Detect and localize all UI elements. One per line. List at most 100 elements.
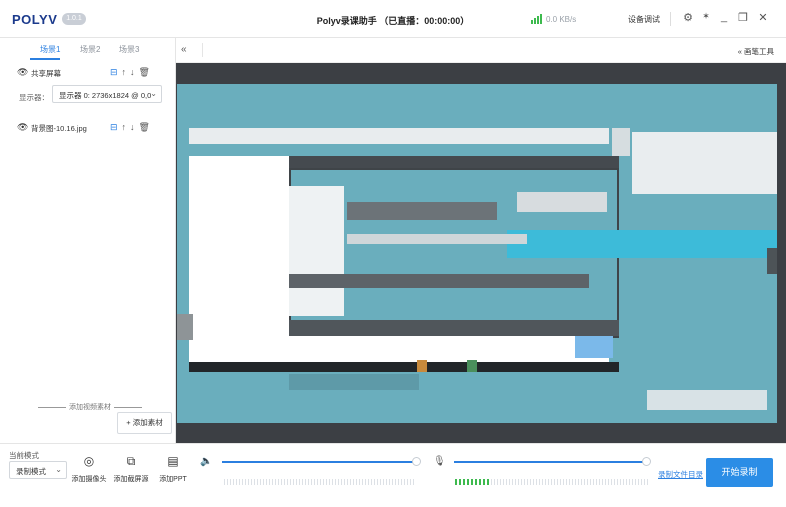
screen-content-block (289, 374, 419, 390)
delete-icon[interactable]: 🗑 (139, 122, 154, 132)
meter-tick (459, 479, 461, 485)
meter-tick (332, 479, 333, 485)
meter-tick (521, 479, 522, 485)
meter-tick (581, 479, 582, 485)
tab-scene-1[interactable]: 场景1 (40, 44, 60, 55)
screenshot-icon: ⧉ (126, 454, 136, 468)
screen-content-block (189, 128, 609, 144)
meter-tick (584, 479, 585, 485)
edit-icon[interactable]: ⊟ (110, 67, 122, 77)
mic-volume-knob[interactable] (642, 457, 651, 466)
screen-content-block (647, 390, 767, 410)
brush-tool-button[interactable]: « 画笔工具 (738, 46, 774, 57)
minimize-icon[interactable]: _ (717, 11, 731, 23)
edit-icon[interactable]: ⊟ (110, 122, 122, 132)
start-recording-button[interactable]: 开始录制 (706, 458, 773, 487)
move-down-icon[interactable]: ↓ (130, 122, 139, 132)
meter-tick (290, 479, 291, 485)
meter-tick (305, 479, 306, 485)
mic-volume-slider[interactable] (454, 461, 644, 463)
meter-tick (587, 479, 588, 485)
meter-tick (467, 479, 469, 485)
add-screenshot-button[interactable]: ⧉ 添加截屏源 (112, 454, 150, 484)
tab-scene-2[interactable]: 场景2 (80, 44, 100, 55)
add-ppt-button[interactable]: ▤ 添加PPT (156, 454, 190, 484)
record-directory-link[interactable]: 录制文件目录 (658, 469, 703, 480)
meter-tick (380, 479, 381, 485)
meter-tick (260, 479, 261, 485)
screen-content-block (189, 156, 289, 364)
meter-tick (227, 479, 228, 485)
move-up-icon[interactable]: ↑ (122, 122, 131, 132)
meter-tick (371, 479, 372, 485)
tab-scene-3[interactable]: 场景3 (119, 44, 139, 55)
add-material-button[interactable]: + 添加素材 (117, 412, 172, 434)
meter-tick (242, 479, 243, 485)
display-select[interactable]: 显示器 0: 2736x1824 @ 0,0 ⌄ (52, 85, 162, 103)
screen-content-block (289, 156, 619, 168)
move-up-icon[interactable]: ↑ (122, 67, 131, 77)
screen-content-block (289, 274, 589, 288)
mode-select[interactable]: 录制模式 ⌄ (9, 461, 67, 479)
meter-tick (566, 479, 567, 485)
meter-tick (575, 479, 576, 485)
meter-tick (374, 479, 375, 485)
meter-tick (542, 479, 543, 485)
meter-tick (284, 479, 285, 485)
close-icon[interactable]: ✕ (756, 11, 770, 24)
meter-tick (515, 479, 516, 485)
meter-tick (239, 479, 240, 485)
speaker-volume-knob[interactable] (412, 457, 421, 466)
meter-tick (386, 479, 387, 485)
meter-tick (392, 479, 393, 485)
brush-tool-label: 画笔工具 (744, 47, 774, 56)
speaker-icon[interactable]: 🔈 (200, 456, 212, 467)
meter-tick (236, 479, 237, 485)
meter-tick (248, 479, 249, 485)
device-debug-button[interactable]: 设备调试 (628, 14, 660, 25)
meter-tick (302, 479, 303, 485)
meter-tick (275, 479, 276, 485)
eye-icon[interactable]: 👁 (17, 122, 28, 133)
meter-tick (311, 479, 312, 485)
meter-tick (317, 479, 318, 485)
speaker-level-meter (224, 479, 414, 485)
meter-tick (572, 479, 573, 485)
meter-tick (533, 479, 534, 485)
add-camera-button[interactable]: ◎ 添加摄像头 (70, 454, 108, 484)
screen-content-block (289, 186, 344, 316)
source-actions: ⊟↑↓🗑 (110, 122, 154, 133)
meter-tick (365, 479, 366, 485)
meter-tick (398, 479, 399, 485)
meter-tick (299, 479, 300, 485)
restore-icon[interactable]: ❐ (736, 11, 750, 24)
eye-icon[interactable]: 👁 (17, 67, 28, 78)
source-item-background[interactable]: 👁 背景图-10.16.jpg ⊟↑↓🗑 (0, 122, 176, 136)
meter-tick (497, 479, 498, 485)
microphone-icon[interactable]: 🎙 (433, 456, 446, 467)
add-video-material-label: 添加视频素材 (69, 404, 111, 411)
speaker-volume-slider[interactable] (222, 461, 415, 463)
meter-tick (272, 479, 273, 485)
add-material-label: 添加素材 (132, 418, 163, 427)
meter-tick (263, 479, 264, 485)
mode-label: 当前模式 (9, 451, 39, 460)
move-down-icon[interactable]: ↓ (130, 67, 139, 77)
meter-tick (614, 479, 615, 485)
chevron-down-icon: ⌄ (55, 465, 62, 474)
meter-tick (350, 479, 351, 485)
settings-gear-icon[interactable]: ⚙ (681, 11, 695, 24)
delete-icon[interactable]: 🗑 (139, 67, 154, 77)
meter-tick (359, 479, 360, 485)
collapse-panel-icon[interactable]: « (181, 44, 187, 55)
source-item-screen-share[interactable]: 👁 共享屏幕 ⊟↑↓🗑 (0, 67, 176, 81)
meter-tick (479, 479, 481, 485)
meter-tick (296, 479, 297, 485)
source-name: 共享屏幕 (31, 69, 61, 78)
meter-tick (407, 479, 408, 485)
pin-icon[interactable]: ✶ (699, 11, 713, 22)
preview-canvas[interactable] (177, 84, 777, 423)
meter-tick (287, 479, 288, 485)
screen-content-block (517, 192, 607, 212)
meter-tick (539, 479, 540, 485)
